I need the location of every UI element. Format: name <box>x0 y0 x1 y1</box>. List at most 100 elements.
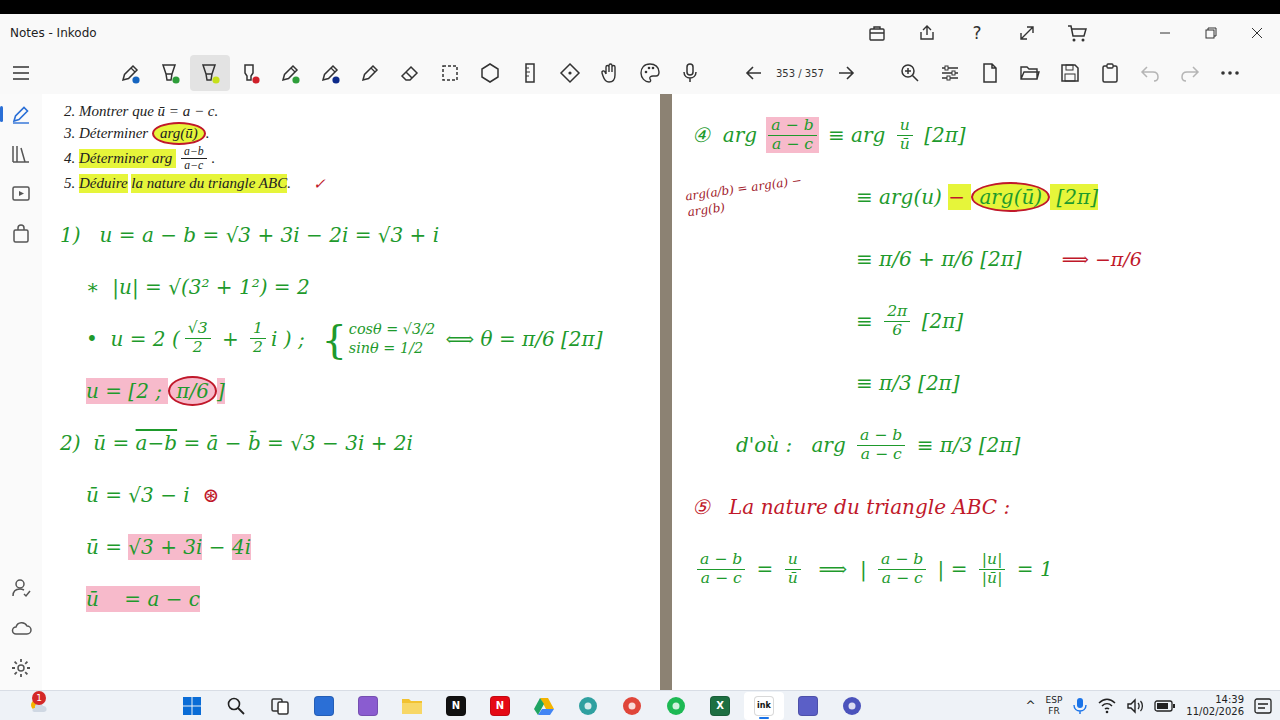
dictation-tool[interactable] <box>670 55 710 91</box>
note-line: ū = √3 + 3i − 4i <box>54 521 650 573</box>
sidebar-item[interactable] <box>4 652 38 684</box>
window-title: Notes - Inkodo <box>10 26 97 40</box>
ink-text: . <box>287 174 313 193</box>
line-content: ④ arg a − ba − c ≡ arg uū [2π] <box>692 117 966 154</box>
taskbar-app[interactable] <box>656 692 696 720</box>
sidebar-item[interactable] <box>4 98 38 130</box>
arrow-left-icon <box>744 63 764 83</box>
taskbar-app[interactable] <box>260 692 300 720</box>
hand-tool[interactable] <box>590 55 630 91</box>
redo-button[interactable] <box>1170 55 1210 91</box>
cart-icon <box>1066 23 1088 43</box>
margin-note: arg(a/b) = arg(a) − arg(b) <box>684 173 807 221</box>
taskbar-app[interactable] <box>788 692 828 720</box>
note-line: arg(a/b) = arg(a) − arg(b)≡ arg(u) − arg… <box>686 166 1270 228</box>
tray-overflow-button[interactable]: ^ <box>1025 699 1035 713</box>
lasso-tool[interactable] <box>430 55 470 91</box>
cloud-icon <box>10 617 32 639</box>
battery-icon[interactable] <box>1154 699 1176 713</box>
line-content: ≡ 2π6 [2π] <box>856 303 963 340</box>
close-button[interactable] <box>1234 14 1280 52</box>
sidebar-item[interactable] <box>4 218 38 250</box>
help-button[interactable]: ? <box>952 14 1002 52</box>
next-page-button[interactable] <box>826 55 866 91</box>
ink-text: • u = 2 ( <box>86 326 180 352</box>
pen-tool[interactable] <box>310 55 350 91</box>
store-button[interactable] <box>852 14 902 52</box>
cart-button[interactable] <box>1052 14 1102 52</box>
taskbar-app[interactable] <box>392 692 432 720</box>
more-button[interactable] <box>1210 55 1250 91</box>
ink-text: [2π] <box>915 308 963 334</box>
previous-page-button[interactable] <box>734 55 774 91</box>
taskbar-app[interactable] <box>172 692 212 720</box>
close-icon <box>1251 27 1263 39</box>
pen-tool[interactable] <box>110 55 150 91</box>
ink-text: Déduire <box>79 174 128 193</box>
line-content: ⑤ La nature du triangle ABC : <box>692 494 1010 520</box>
eraser-icon <box>399 62 421 84</box>
palette-tool[interactable] <box>630 55 670 91</box>
minimize-button[interactable] <box>1142 14 1188 52</box>
taskbar-app[interactable] <box>568 692 608 720</box>
new-page-button[interactable] <box>970 55 1010 91</box>
note-line: 4. Déterminer arg a−ba−c. <box>54 145 650 173</box>
ruler-tool[interactable] <box>510 55 550 91</box>
taskbar-app[interactable]: X <box>700 692 740 720</box>
sidebar-item[interactable] <box>4 138 38 170</box>
taskbar-app[interactable]: N <box>480 692 520 720</box>
app-icon <box>666 696 686 716</box>
sidebar-item[interactable] <box>4 572 38 604</box>
numerator: u <box>785 551 801 570</box>
top-strip <box>0 0 1280 14</box>
input-language[interactable]: ESPFR <box>1046 695 1063 717</box>
taskbar-app[interactable] <box>832 692 872 720</box>
clock[interactable]: 14:3911/02/2026 <box>1186 694 1244 718</box>
drive-icon <box>533 696 555 716</box>
clipboard-button[interactable] <box>1090 55 1130 91</box>
line-content: 3. Déterminer arg(ū). <box>64 122 209 145</box>
pen-tool[interactable] <box>150 55 190 91</box>
taskbar-app[interactable] <box>216 692 256 720</box>
move-tool[interactable] <box>550 55 590 91</box>
volume-icon[interactable] <box>1126 698 1144 714</box>
pen-tool[interactable] <box>230 55 270 91</box>
line-content: • u = 2 (√32 + 12i ) ; {cosθ = √3/2sinθ … <box>86 319 603 359</box>
zoom-button[interactable] <box>890 55 930 91</box>
pen-tool[interactable] <box>350 55 390 91</box>
widgets-button[interactable]: 1 <box>18 691 58 720</box>
taskbar-app[interactable]: ink <box>744 692 784 720</box>
ink-text: − <box>202 534 231 560</box>
microphone-icon[interactable] <box>1072 697 1088 715</box>
note-line: ≡ 2π6 [2π] <box>686 290 1270 352</box>
taskbar-app[interactable]: N <box>436 692 476 720</box>
note-page[interactable]: ④ arg a − ba − c ≡ arg uū [2π] arg(a/b) =… <box>672 94 1280 690</box>
wifi-icon[interactable] <box>1098 698 1116 714</box>
note-page[interactable]: 2. Montrer que ū = a − c.3. Déterminer a… <box>42 94 660 690</box>
save-button[interactable] <box>1050 55 1090 91</box>
restore-button[interactable] <box>1188 14 1234 52</box>
sidebar-item[interactable] <box>4 612 38 644</box>
taskbar-app[interactable] <box>304 692 344 720</box>
line-content: ū = a − c <box>86 586 200 612</box>
app-glyph: N <box>496 700 504 711</box>
share-button[interactable] <box>902 14 952 52</box>
menu-button[interactable] <box>0 52 42 94</box>
sidebar-item[interactable] <box>4 178 38 210</box>
ink-text: ⊛ <box>202 482 219 508</box>
eraser-tool[interactable] <box>390 55 430 91</box>
gear-icon <box>10 657 32 679</box>
notification-icon[interactable] <box>1254 697 1272 715</box>
settings-button[interactable] <box>930 55 970 91</box>
hexagon-icon <box>479 62 501 84</box>
pen-tool[interactable] <box>190 55 230 91</box>
shape-tool[interactable] <box>470 55 510 91</box>
open-button[interactable] <box>1010 55 1050 91</box>
fullscreen-button[interactable] <box>1002 14 1052 52</box>
numerator: a − b <box>857 427 905 446</box>
pen-tool[interactable] <box>270 55 310 91</box>
undo-button[interactable] <box>1130 55 1170 91</box>
taskbar-app[interactable] <box>524 692 564 720</box>
taskbar-app[interactable] <box>612 692 652 720</box>
taskbar-app[interactable] <box>348 692 388 720</box>
